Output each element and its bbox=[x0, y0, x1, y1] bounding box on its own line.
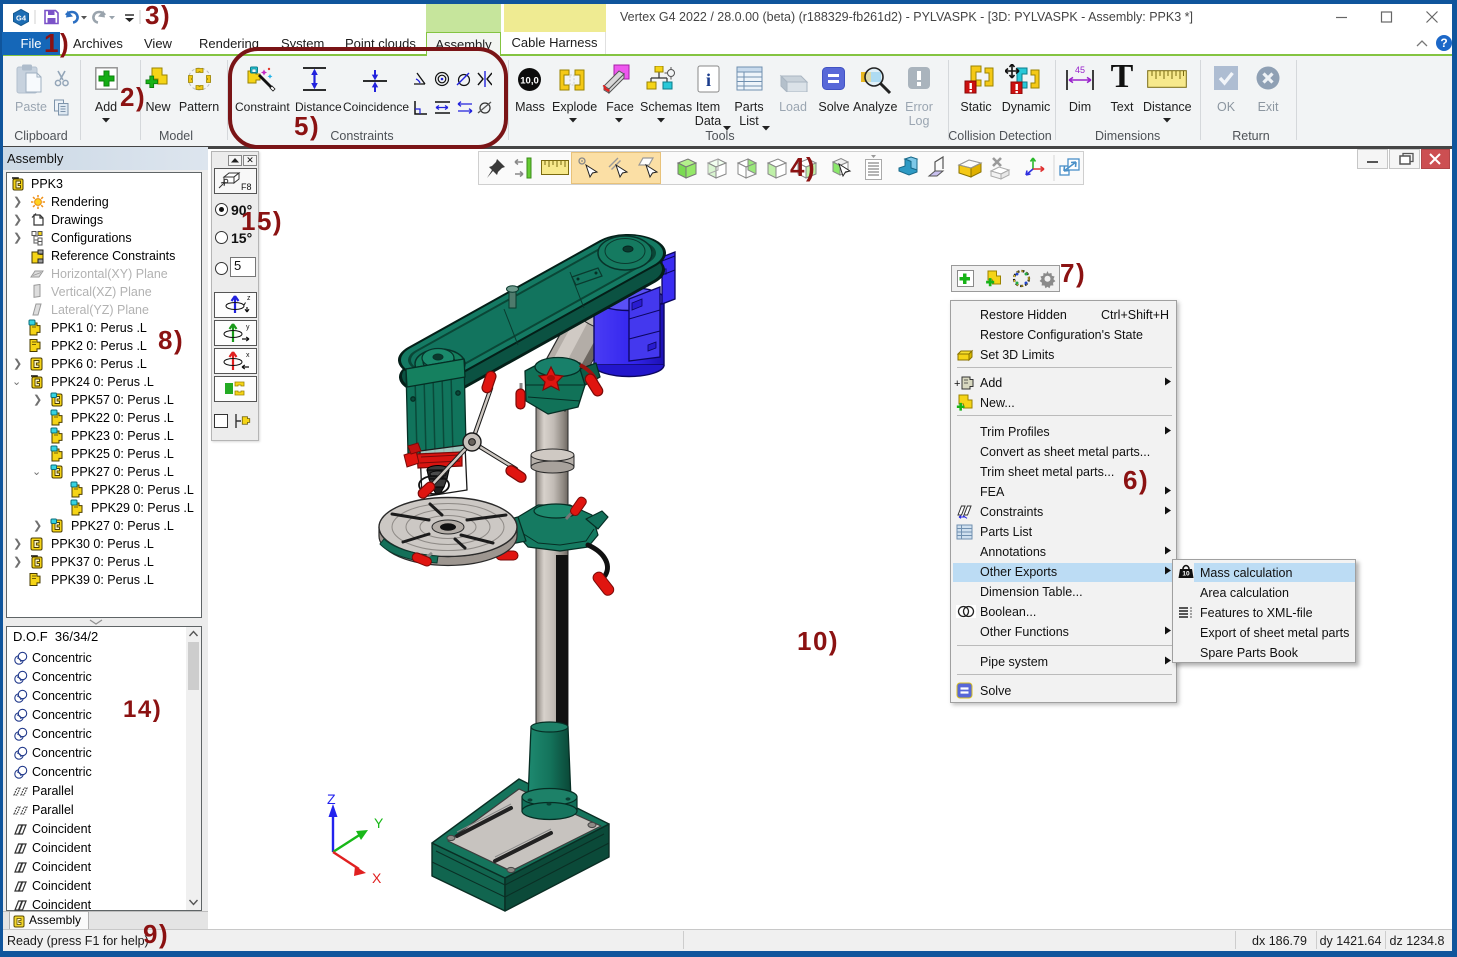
svg-text:y: y bbox=[246, 324, 250, 331]
svg-text:Y: Y bbox=[374, 815, 384, 831]
svg-text:10: 10 bbox=[1182, 571, 1190, 578]
svg-text:z: z bbox=[247, 295, 251, 302]
svg-text:10,0: 10,0 bbox=[520, 76, 539, 87]
svg-text:X: X bbox=[372, 870, 382, 886]
svg-text:x: x bbox=[246, 352, 250, 359]
svg-text:Z: Z bbox=[327, 791, 336, 807]
svg-text:G4: G4 bbox=[16, 14, 27, 23]
svg-text:45: 45 bbox=[1075, 65, 1085, 75]
svg-text:i: i bbox=[706, 70, 711, 90]
svg-text:F8: F8 bbox=[241, 182, 252, 192]
svg-text:+: + bbox=[954, 378, 960, 390]
